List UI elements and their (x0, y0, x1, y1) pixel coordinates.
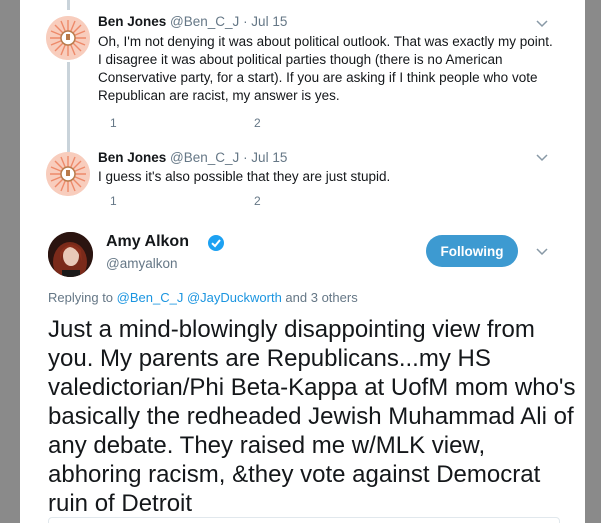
tweet-thread-card: Ben Jones @Ben_C_J · Jul 15 Oh, I'm not … (20, 0, 585, 523)
tweet-date[interactable]: · Jul 15 (243, 14, 287, 29)
chevron-down-icon[interactable] (536, 152, 548, 164)
tweet-actions: 1 2 (100, 194, 400, 212)
replying-users-link[interactable]: @Ben_C_J @JayDuckworth (117, 290, 282, 305)
author-name[interactable]: Amy Alkon (106, 233, 189, 251)
following-button[interactable]: Following (426, 235, 518, 267)
like-count: 2 (254, 194, 261, 208)
tweet-header: Ben Jones @Ben_C_J · Jul 15 (98, 150, 287, 165)
avatar[interactable] (46, 152, 90, 196)
tweet-1[interactable]: Ben Jones @Ben_C_J · Jul 15 Oh, I'm not … (20, 0, 585, 140)
reply-button[interactable]: 1 (100, 116, 117, 130)
embedded-card-edge (48, 517, 560, 523)
replying-suffix[interactable]: and 3 others (285, 290, 357, 305)
chevron-down-icon[interactable] (536, 18, 548, 30)
reply-button[interactable]: 1 (100, 194, 117, 208)
verified-badge-icon (208, 235, 224, 251)
author-handle[interactable]: @Ben_C_J (170, 150, 239, 165)
tweet-text: I guess it's also possible that they are… (98, 169, 391, 184)
avatar[interactable] (48, 232, 93, 277)
author-handle[interactable]: @Ben_C_J (170, 14, 239, 29)
replying-to: Replying to @Ben_C_J @JayDuckworth and 3… (48, 290, 358, 305)
chevron-down-icon[interactable] (536, 246, 548, 258)
reply-count: 1 (110, 116, 117, 130)
like-count: 2 (254, 116, 261, 130)
tweet-text: Just a mind-blowingly disappointing view… (48, 316, 576, 517)
replying-prefix: Replying to (48, 290, 114, 305)
like-button[interactable]: 2 (244, 194, 261, 208)
profile-photo (48, 232, 93, 277)
author-name[interactable]: Ben Jones (98, 14, 166, 29)
like-button[interactable]: 2 (244, 116, 261, 130)
tweet-2[interactable]: Ben Jones @Ben_C_J · Jul 15 I guess it's… (20, 140, 585, 225)
avatar[interactable] (46, 16, 90, 60)
author-handle[interactable]: @amyalkon (106, 256, 177, 271)
author-name[interactable]: Ben Jones (98, 150, 166, 165)
tweet-text: Oh, I'm not denying it was about politic… (98, 34, 553, 103)
tweet-actions: 1 2 (100, 116, 400, 134)
reply-count: 1 (110, 194, 117, 208)
tweet-header: Ben Jones @Ben_C_J · Jul 15 (98, 14, 287, 29)
tweet-date[interactable]: · Jul 15 (243, 150, 287, 165)
clock-avatar-icon (46, 16, 90, 60)
clock-avatar-icon (46, 152, 90, 196)
